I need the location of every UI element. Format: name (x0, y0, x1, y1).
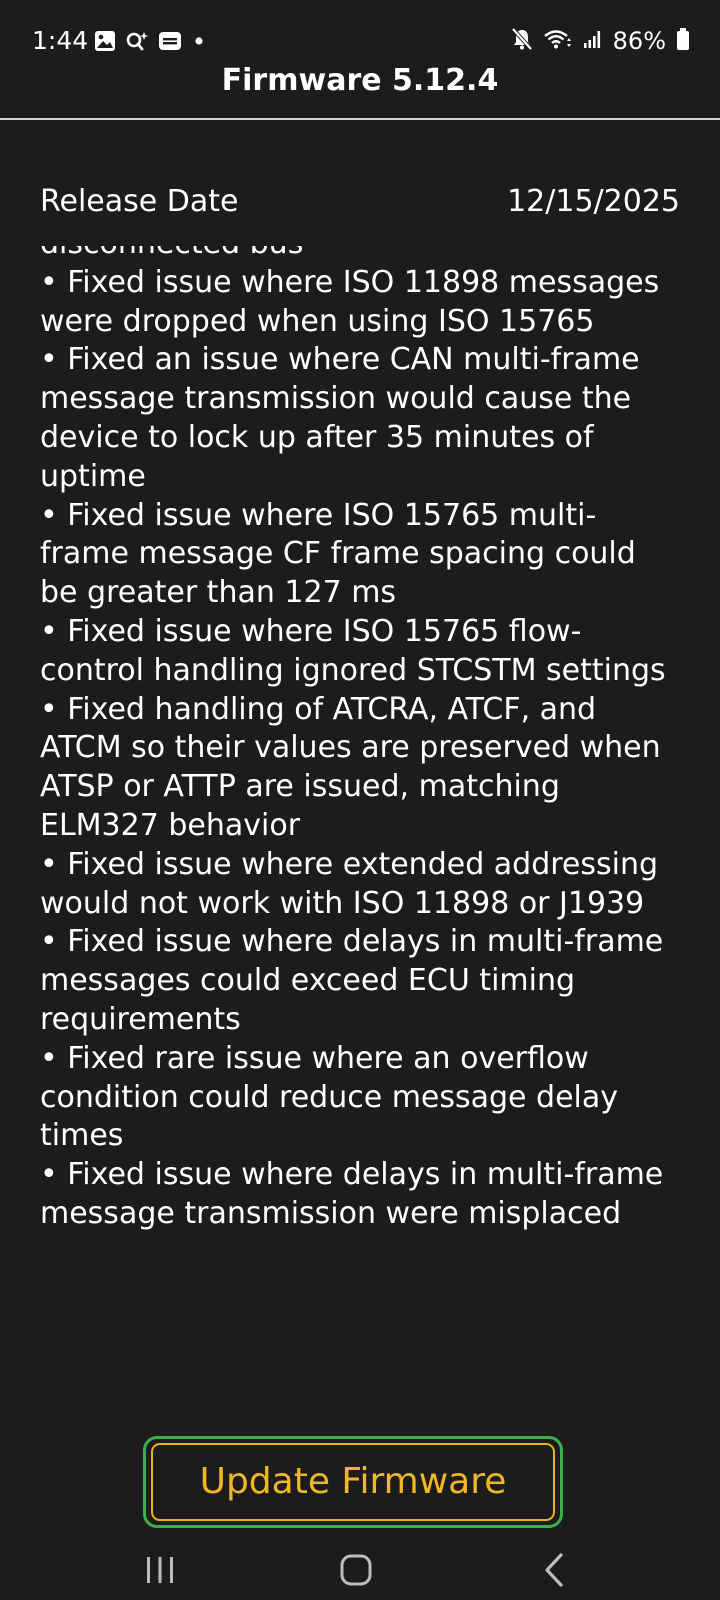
update-firmware-button[interactable]: Update Firmware (151, 1443, 555, 1521)
navigation-bar (0, 1544, 720, 1600)
status-notification-icons (94, 30, 207, 56)
recent-apps-button[interactable] (130, 1550, 190, 1594)
home-icon (339, 1553, 373, 1591)
battery-icon (676, 27, 690, 55)
message-icon (158, 31, 182, 55)
title-divider (0, 118, 720, 120)
back-button[interactable] (524, 1550, 584, 1594)
status-system-icons: 86% (511, 24, 690, 58)
release-date-label: Release Date (40, 184, 239, 219)
update-button-focus-ring: Update Firmware (143, 1436, 563, 1528)
assistant-icon (125, 30, 149, 56)
page-title: Firmware 5.12.4 (221, 63, 499, 98)
release-notes-scroll-area[interactable]: disconnected bus • Fixed issue where ISO… (40, 246, 680, 1392)
home-button[interactable] (326, 1550, 386, 1594)
battery-percent: 86% (612, 27, 666, 55)
back-icon (541, 1552, 567, 1592)
status-time: 1:44 (32, 26, 89, 55)
status-bar: 1:44 86% (0, 0, 720, 60)
wifi-icon (543, 27, 573, 55)
notification-dot-icon (191, 33, 207, 53)
release-date-value: 12/15/2025 (507, 184, 680, 219)
signal-icon (583, 28, 603, 54)
release-date-row: Release Date 12/15/2025 (40, 180, 680, 224)
gallery-icon (94, 30, 116, 56)
recent-apps-icon (143, 1554, 177, 1590)
release-notes-text: disconnected bus • Fixed issue where ISO… (40, 246, 666, 1231)
mute-icon (511, 27, 533, 55)
